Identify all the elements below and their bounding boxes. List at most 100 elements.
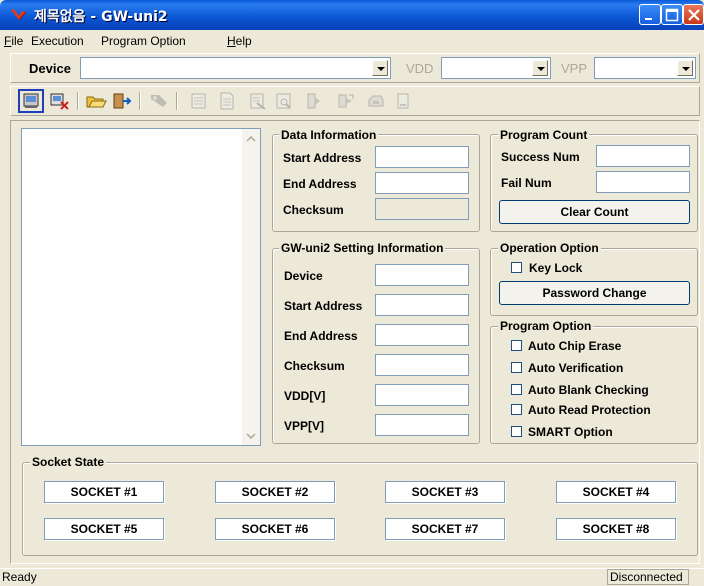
exit-icon	[113, 93, 132, 109]
socket-8: SOCKET #8	[556, 518, 676, 540]
success-num-label: Success Num	[501, 150, 580, 164]
close-button[interactable]	[683, 4, 704, 25]
auto-chip-erase-checkbox[interactable]	[511, 340, 522, 351]
data-checksum-label: Checksum	[283, 203, 344, 217]
socket-5: SOCKET #5	[44, 518, 164, 540]
toolbar-auto-button[interactable]	[335, 91, 357, 111]
auto-verification-checkbox[interactable]	[511, 362, 522, 373]
setting-vpp-field[interactable]	[375, 414, 469, 436]
verify-icon	[220, 92, 234, 110]
auto-read-protection-checkbox[interactable]	[511, 404, 522, 415]
toolbar-read-device-button[interactable]	[18, 89, 44, 113]
socket-2: SOCKET #2	[215, 481, 335, 503]
socket-state-legend: Socket State	[30, 455, 107, 469]
app-icon	[11, 9, 27, 21]
smart-option-label: SMART Option	[528, 425, 613, 439]
vdd-select[interactable]	[441, 57, 551, 79]
read-icon	[250, 93, 266, 110]
setting-start-address-label: Start Address	[284, 299, 363, 313]
erase-icon	[50, 93, 69, 110]
socket-6: SOCKET #6	[215, 518, 335, 540]
setting-vdd-label: VDD[V]	[284, 389, 326, 403]
vdd-label: VDD	[406, 61, 434, 76]
smart-option-checkbox[interactable]	[511, 426, 522, 437]
memory-icon	[397, 93, 409, 109]
maximize-button[interactable]	[661, 4, 683, 25]
setting-checksum-label: Checksum	[284, 359, 345, 373]
status-bar	[0, 568, 704, 586]
data-information-legend: Data Information	[279, 128, 379, 142]
socket-3: SOCKET #3	[385, 481, 505, 503]
vpp-select[interactable]	[594, 57, 696, 79]
toolbar-view-button[interactable]	[273, 91, 295, 111]
status-text: Ready	[2, 570, 37, 584]
setting-device-label: Device	[284, 269, 323, 283]
toolbar-erase-button[interactable]	[48, 91, 70, 111]
auto-verification-label: Auto Verification	[528, 361, 624, 375]
toolbar-memory-button[interactable]	[392, 91, 414, 111]
log-list[interactable]	[21, 128, 261, 446]
data-end-address-label: End Address	[283, 177, 357, 191]
toolbar-exit-button[interactable]	[111, 91, 133, 111]
fail-num-label: Fail Num	[501, 176, 552, 190]
device-bar: Device VDD VPP	[10, 53, 700, 83]
vpp-label: VPP	[561, 61, 588, 76]
data-start-address-field[interactable]	[375, 146, 469, 168]
auto-blank-checking-checkbox[interactable]	[511, 384, 522, 395]
blank-check-icon	[191, 93, 206, 109]
device-select[interactable]	[80, 57, 391, 79]
setting-vdd-field[interactable]	[375, 384, 469, 406]
toolbar-blank-check-button[interactable]	[188, 91, 210, 111]
menu-execution[interactable]: Execution	[31, 34, 84, 48]
open-file-icon	[86, 96, 107, 108]
minimize-button[interactable]	[639, 4, 661, 25]
auto-read-protection-label: Auto Read Protection	[528, 403, 651, 417]
setting-information-legend: GW-uni2 Setting Information	[279, 241, 446, 255]
key-lock-label: Key Lock	[529, 261, 583, 275]
auto-icon	[338, 94, 354, 108]
device-label: Device	[29, 61, 71, 76]
socket-state-group	[22, 462, 698, 556]
program-option-legend: Program Option	[498, 319, 594, 333]
close-icon	[688, 9, 700, 21]
toolbar-read-button[interactable]	[247, 91, 269, 111]
chip-icon	[368, 95, 384, 107]
chevron-down-icon	[677, 60, 693, 76]
setting-start-address-field[interactable]	[375, 294, 469, 316]
success-num-field[interactable]	[596, 145, 690, 167]
menu-help[interactable]: Help	[227, 34, 252, 48]
setting-device-field[interactable]	[375, 264, 469, 286]
fail-num-field[interactable]	[596, 171, 690, 193]
socket-1: SOCKET #1	[44, 481, 164, 503]
title-bar[interactable]: 제목없음 - GW-uni2	[0, 0, 704, 30]
protect-icon	[307, 93, 320, 109]
auto-blank-checking-label: Auto Blank Checking	[528, 383, 649, 397]
program-icon	[151, 95, 167, 107]
setting-end-address-field[interactable]	[375, 324, 469, 346]
clear-count-button[interactable]: Clear Count	[499, 200, 690, 224]
log-list-scrollbar[interactable]	[242, 129, 260, 445]
data-end-address-field[interactable]	[375, 172, 469, 194]
setting-checksum-field[interactable]	[375, 354, 469, 376]
chevron-down-icon	[532, 60, 548, 76]
connection-status: Disconnected	[607, 569, 689, 585]
view-icon	[276, 93, 291, 109]
menu-file[interactable]: File	[4, 34, 23, 48]
minimize-icon	[645, 18, 652, 20]
maximize-icon	[665, 8, 679, 22]
password-change-button[interactable]: Password Change	[499, 281, 690, 305]
socket-4: SOCKET #4	[556, 481, 676, 503]
toolbar-program-button[interactable]	[148, 91, 170, 111]
toolbar	[10, 86, 700, 116]
chevron-down-icon	[372, 60, 388, 76]
auto-chip-erase-label: Auto Chip Erase	[528, 339, 622, 353]
menu-bar: File Execution Program Option Help	[0, 30, 704, 52]
toolbar-open-file-button[interactable]	[85, 91, 107, 111]
toolbar-protect-button[interactable]	[303, 91, 325, 111]
menu-program-option[interactable]: Program Option	[101, 34, 186, 48]
setting-end-address-label: End Address	[284, 329, 358, 343]
toolbar-chip-button[interactable]	[365, 91, 387, 111]
operation-option-legend: Operation Option	[498, 241, 601, 255]
key-lock-checkbox[interactable]	[511, 262, 522, 273]
toolbar-verify-button[interactable]	[216, 91, 238, 111]
